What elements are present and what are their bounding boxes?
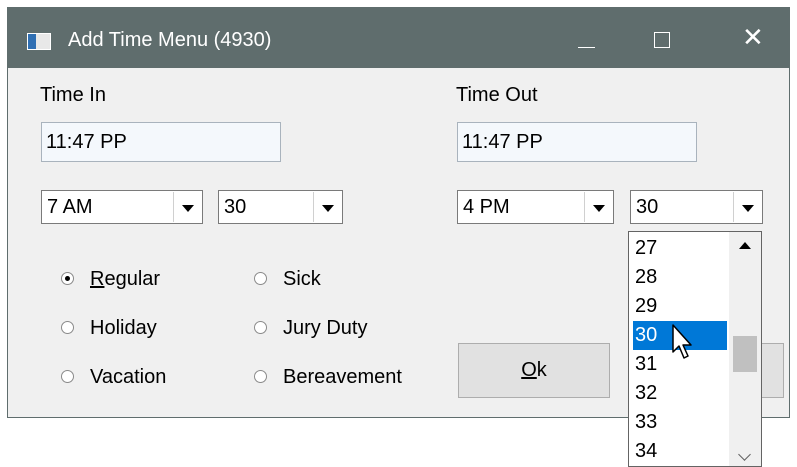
chevron-down-icon[interactable] <box>313 192 341 222</box>
time-in-hour-select[interactable]: 7 AM <box>41 190 203 224</box>
close-button[interactable]: ✕ <box>720 8 788 68</box>
dropdown-option[interactable]: 34 <box>633 437 727 466</box>
dropdown-option[interactable]: 27 <box>633 234 727 263</box>
time-out-minute-select[interactable]: 30 <box>630 190 763 224</box>
time-out-hour-select[interactable]: 4 PM <box>457 190 614 224</box>
chevron-down-icon[interactable] <box>733 192 761 222</box>
minimize-icon <box>578 47 595 48</box>
jury-duty-label: Jury Duty <box>283 317 368 339</box>
time-in-minute-select[interactable]: 30 <box>218 190 343 224</box>
dropdown-option[interactable]: 33 <box>633 408 727 437</box>
regular-label: egular <box>104 268 161 290</box>
dropdown-option[interactable]: 29 <box>633 292 727 321</box>
time-in-minute-value: 30 <box>224 196 247 218</box>
radio-icon <box>61 321 74 334</box>
close-icon: ✕ <box>742 22 764 52</box>
radio-icon <box>254 321 267 334</box>
bereavement-label: Bereavement <box>283 366 402 388</box>
app-icon <box>27 33 51 50</box>
radio-selected-icon <box>61 272 74 285</box>
maximize-button[interactable] <box>628 8 696 68</box>
title-bar[interactable]: Add Time Menu (4930) ✕ <box>8 8 789 68</box>
time-in-hour-value: 7 AM <box>47 196 93 218</box>
minimize-button[interactable] <box>552 8 620 68</box>
maximize-icon <box>654 32 670 48</box>
vacation-label: Vacation <box>90 366 167 388</box>
time-out-minute-value: 30 <box>636 196 659 218</box>
ok-label: k <box>536 359 547 381</box>
scroll-down-icon[interactable] <box>729 440 761 466</box>
mouse-cursor-icon <box>672 324 692 359</box>
regular-mnemonic: R <box>90 268 105 290</box>
scroll-thumb[interactable] <box>733 336 757 372</box>
time-out-hour-value: 4 PM <box>463 196 510 218</box>
time-out-field[interactable]: 11:47 PP <box>457 122 697 162</box>
dropdown-scrollbar[interactable] <box>729 232 761 466</box>
radio-icon <box>254 272 267 285</box>
scroll-up-icon[interactable] <box>729 232 761 260</box>
time-out-label: Time Out <box>456 84 538 106</box>
window-title: Add Time Menu (4930) <box>68 29 272 51</box>
chevron-down-icon[interactable] <box>173 192 201 222</box>
radio-icon <box>61 370 74 383</box>
time-in-label: Time In <box>40 84 106 106</box>
sick-label: Sick <box>283 268 321 290</box>
dropdown-option[interactable]: 32 <box>633 379 727 408</box>
dropdown-option[interactable]: 28 <box>633 263 727 292</box>
chevron-down-icon[interactable] <box>584 192 612 222</box>
radio-icon <box>254 370 267 383</box>
ok-mnemonic: O <box>521 359 537 381</box>
ok-button[interactable]: Ok <box>458 343 610 398</box>
time-in-field[interactable]: 11:47 PP <box>41 122 281 162</box>
holiday-label: Holiday <box>90 317 157 339</box>
